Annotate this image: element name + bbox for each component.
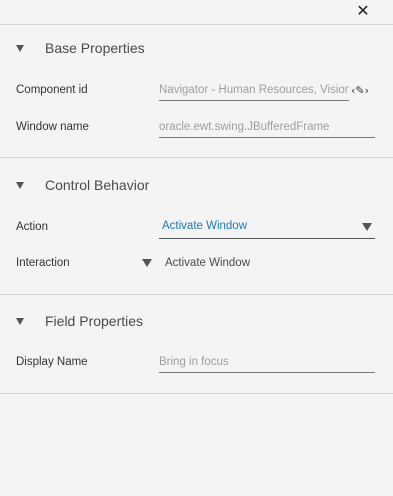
display-name-field[interactable]: Bring in focus <box>159 352 375 373</box>
action-selected-value: Activate Window <box>162 220 248 232</box>
component-id-label: Component id <box>16 84 88 96</box>
action-select[interactable]: Activate Window <box>159 216 375 239</box>
interaction-value[interactable]: Activate Window <box>165 257 250 269</box>
component-id-field[interactable]: Navigator - Human Resources, Vision Ente… <box>159 80 349 101</box>
close-icon[interactable]: ✕ <box>355 3 371 21</box>
section-field-properties: Field Properties <box>0 295 393 394</box>
panel-header: ✕ <box>0 0 393 25</box>
section-title: Control Behavior <box>45 177 150 193</box>
window-name-field[interactable]: oracle.ewt.swing.JBufferedFrame <box>159 117 375 138</box>
collapse-triangle-icon <box>16 181 24 189</box>
section-title: Field Properties <box>45 313 144 329</box>
interaction-dropdown-arrow-icon[interactable] <box>142 259 152 267</box>
collapse-triangle-icon <box>16 317 24 325</box>
collapse-triangle-icon <box>16 44 24 52</box>
display-name-label: Display Name <box>16 356 88 368</box>
section-header-base-properties[interactable]: Base Properties <box>16 39 145 57</box>
dropdown-arrow-icon <box>362 223 372 231</box>
section-title: Base Properties <box>45 40 145 56</box>
interaction-label: Interaction <box>16 257 70 269</box>
action-label: Action <box>16 221 48 233</box>
section-header-control-behavior[interactable]: Control Behavior <box>16 176 149 194</box>
section-header-field-properties[interactable]: Field Properties <box>16 312 143 330</box>
window-name-label: Window name <box>16 121 89 133</box>
edit-code-icon[interactable]: ‹✎› <box>351 84 375 98</box>
